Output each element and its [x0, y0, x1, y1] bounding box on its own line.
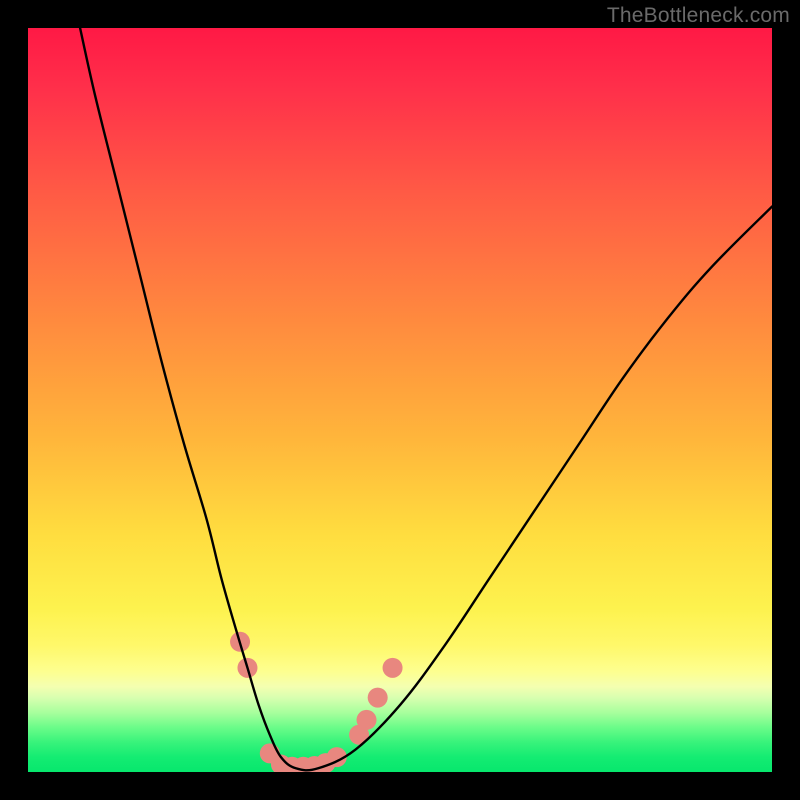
bottleneck-curve: [80, 28, 772, 770]
highlight-marker: [368, 688, 388, 708]
plot-area: [28, 28, 772, 772]
chart-frame: TheBottleneck.com: [0, 0, 800, 800]
highlight-marker: [383, 658, 403, 678]
marker-group: [230, 632, 403, 772]
curve-layer: [28, 28, 772, 772]
watermark-text: TheBottleneck.com: [607, 4, 790, 28]
highlight-marker: [357, 710, 377, 730]
